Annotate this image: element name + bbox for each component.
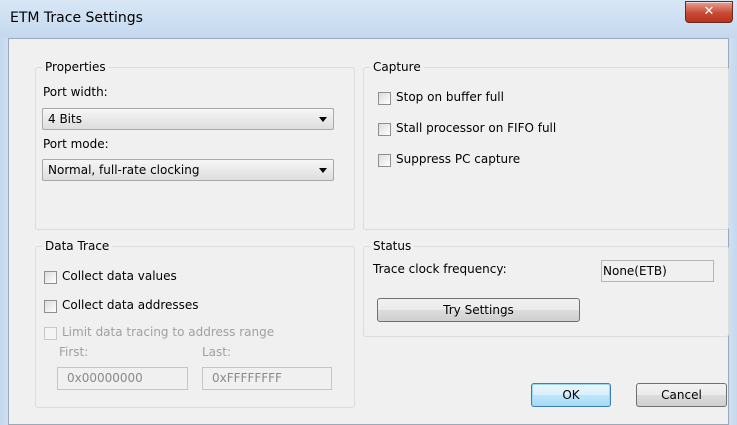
close-button[interactable]: ✕ [685,1,733,23]
cancel-button[interactable]: Cancel [636,383,727,407]
close-icon: ✕ [703,4,715,19]
last-address-label: Last: [202,345,232,359]
port-mode-label: Port mode: [43,137,109,151]
first-address-input[interactable]: 0x00000000 [57,367,188,390]
stall-processor-checkbox[interactable] [378,123,391,136]
limit-address-range-checkbox[interactable] [44,327,57,340]
window-frame-right [729,38,737,425]
capture-group-label: Capture [370,60,424,74]
dialog-client-area: Properties Port width: 4 Bits Port mode:… [8,38,729,425]
collect-data-values-checkbox[interactable] [44,271,57,284]
limit-address-range-label: Limit data tracing to address range [62,325,275,339]
port-width-label: Port width: [43,85,108,99]
collect-data-addresses-checkbox[interactable] [44,300,57,313]
chevron-down-icon [319,117,327,122]
stall-processor-label: Stall processor on FIFO full [396,121,557,135]
port-mode-value: Normal, full-rate clocking [48,163,200,177]
trace-clock-frequency-label: Trace clock frequency: [373,262,507,276]
suppress-pc-capture-label: Suppress PC capture [396,152,521,166]
port-width-select[interactable]: 4 Bits [42,108,334,130]
ok-button[interactable]: OK [531,383,611,407]
trace-clock-frequency-value: None(ETB) [601,260,714,282]
first-address-label: First: [59,345,89,359]
status-group-label: Status [370,239,415,253]
try-settings-button[interactable]: Try Settings [377,298,580,322]
port-width-value: 4 Bits [48,112,82,126]
properties-group: Properties Port width: 4 Bits Port mode:… [35,60,355,230]
suppress-pc-capture-checkbox[interactable] [378,154,391,167]
title-bar: ETM Trace Settings ✕ [0,0,737,38]
data-trace-group-label: Data Trace [42,239,113,253]
collect-data-addresses-label: Collect data addresses [62,298,199,312]
collect-data-values-label: Collect data values [62,269,177,283]
window-title: ETM Trace Settings [10,10,143,26]
port-mode-select[interactable]: Normal, full-rate clocking [42,159,334,181]
stop-on-buffer-full-label: Stop on buffer full [396,90,504,104]
last-address-input[interactable]: 0xFFFFFFFF [202,367,332,390]
data-trace-group: Data Trace Collect data values Collect d… [35,239,355,408]
properties-group-label: Properties [42,60,109,74]
stop-on-buffer-full-checkbox[interactable] [378,92,391,105]
window-frame-left [0,38,8,425]
capture-group: Capture Stop on buffer full Stall proces… [363,60,729,230]
status-group: Status Trace clock frequency: None(ETB) … [363,239,729,337]
chevron-down-icon [319,168,327,173]
